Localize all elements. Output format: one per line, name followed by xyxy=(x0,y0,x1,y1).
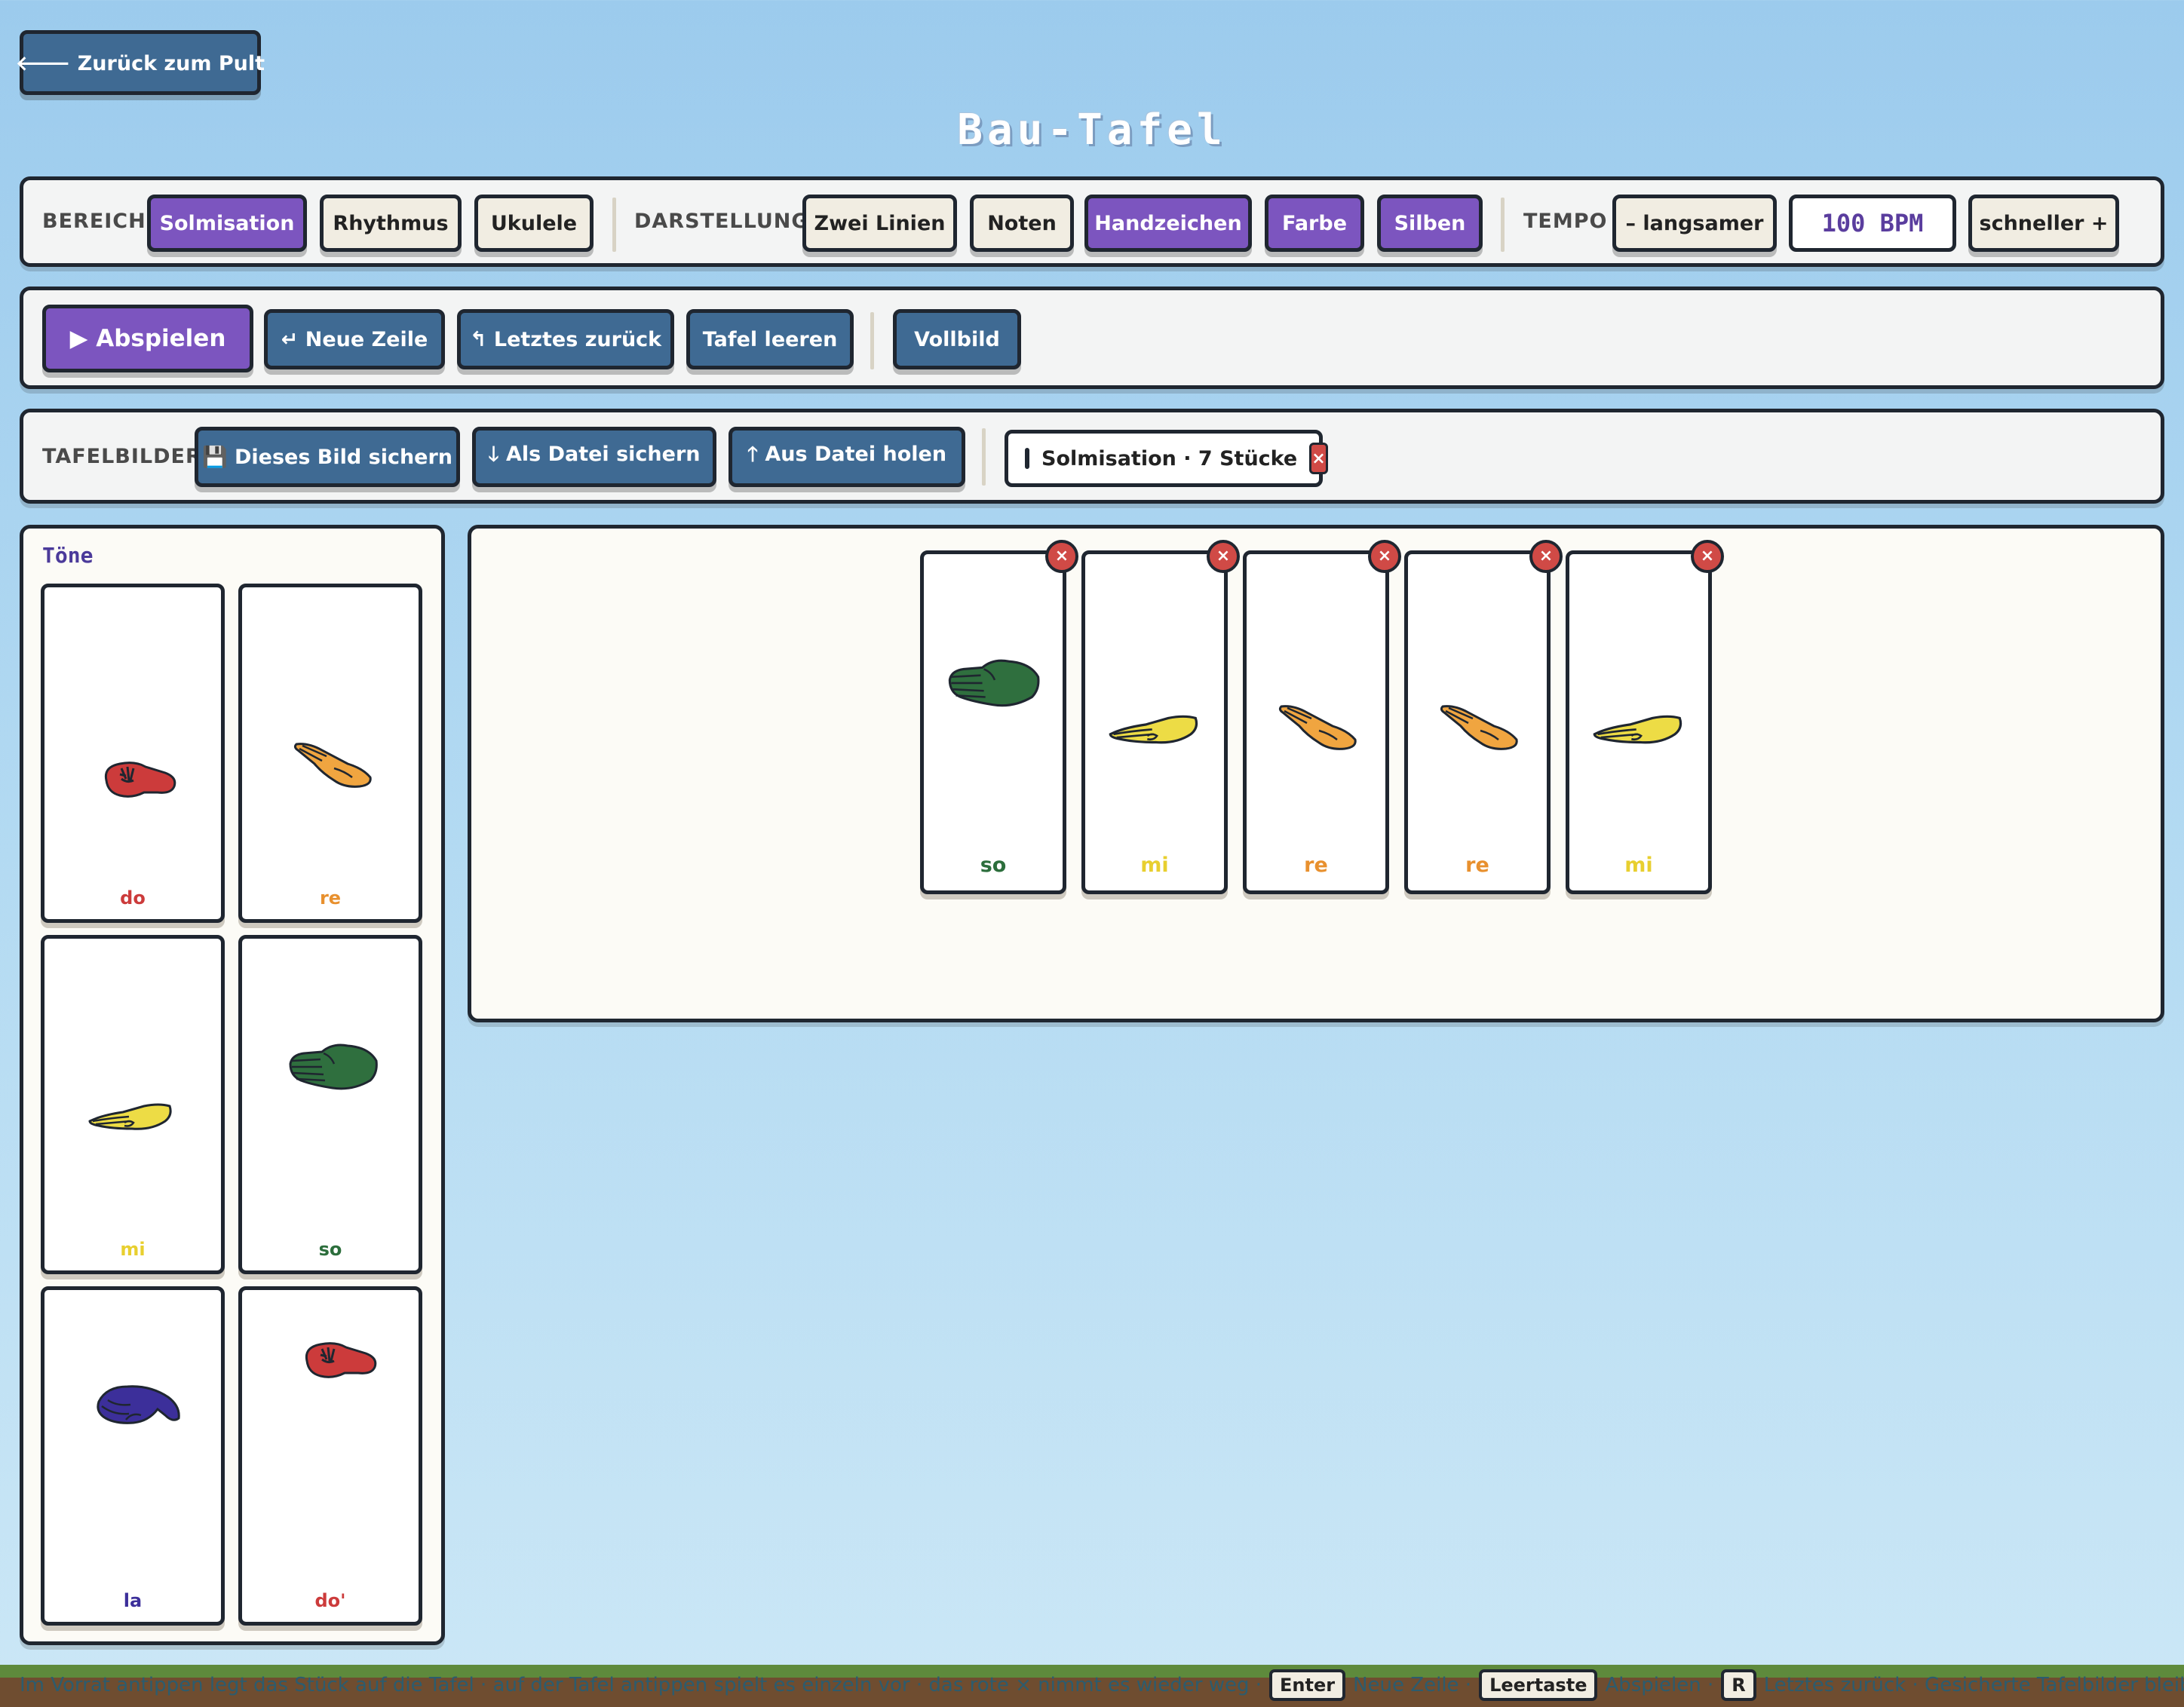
tone-label: mi xyxy=(120,1239,146,1260)
fullscreen-button[interactable]: Vollbild xyxy=(893,309,1021,369)
page-title: Bau-Tafel xyxy=(957,106,1227,155)
help-text-part: Im Vorrat antippen legt das Stück auf di… xyxy=(20,1674,1262,1696)
palette-card-so[interactable]: so xyxy=(238,935,422,1274)
divider xyxy=(1501,198,1505,252)
tone-label: do xyxy=(120,887,146,909)
board-card-mi[interactable]: mi xyxy=(1566,550,1712,894)
tone-label: re xyxy=(1304,854,1328,877)
tone-label: re xyxy=(1465,854,1489,877)
load-file-button[interactable]: 🡑 Aus Datei holen xyxy=(729,427,965,487)
palette-card-re[interactable]: re xyxy=(238,584,422,923)
flat-hand-icon xyxy=(1109,715,1198,744)
board-card-re[interactable]: re xyxy=(1243,550,1389,894)
tempo-label: TEMPO xyxy=(1523,210,1608,233)
palette-card-do[interactable]: do xyxy=(41,584,225,923)
saved-chip-remove-button[interactable]: × xyxy=(1309,443,1328,474)
tone-label: re xyxy=(319,887,342,909)
slant-hand-icon xyxy=(1440,705,1518,750)
palette-card-high-do[interactable]: do' xyxy=(238,1286,422,1626)
undo-button[interactable]: ↰ Letztes zurück xyxy=(457,309,674,369)
clear-board-button[interactable]: Tafel leeren xyxy=(686,309,854,369)
bereich-solmisation-button[interactable]: Solmisation xyxy=(147,195,307,252)
darstellung-farbe-button[interactable]: Farbe xyxy=(1265,195,1364,252)
tempo-bpm-display: 100 BPM xyxy=(1789,195,1956,252)
divider xyxy=(982,428,986,486)
board-card-so[interactable]: so xyxy=(920,550,1066,894)
board-card-mi[interactable]: mi xyxy=(1081,550,1228,894)
drooping-hand-icon xyxy=(97,1385,180,1424)
flat-hand-icon xyxy=(1593,715,1682,744)
divider xyxy=(870,312,874,369)
tafelbilder-label: TAFELBILDER xyxy=(42,445,202,468)
darstellung-silben-button[interactable]: Silben xyxy=(1377,195,1483,252)
save-file-button[interactable]: 🡓 Als Datei sichern xyxy=(472,427,716,487)
save-image-button[interactable]: 💾 Dieses Bild sichern xyxy=(195,427,460,487)
remove-card-button[interactable]: × xyxy=(1045,540,1078,573)
side-hand-icon xyxy=(948,659,1040,707)
tempo-slower-button[interactable]: – langsamer xyxy=(1612,195,1777,252)
bereich-ukulele-button[interactable]: Ukulele xyxy=(474,195,594,252)
palette-title: Töne xyxy=(42,543,94,568)
flat-hand-icon xyxy=(88,1103,172,1130)
board-card-re[interactable]: re xyxy=(1404,550,1551,894)
darstellung-noten-button[interactable]: Noten xyxy=(970,195,1074,252)
darstellung-handzeichen-button[interactable]: Handzeichen xyxy=(1084,195,1252,252)
remove-card-button[interactable]: × xyxy=(1691,540,1724,573)
slant-hand-icon xyxy=(1278,705,1357,750)
palette-card-la[interactable]: la xyxy=(41,1286,225,1626)
remove-card-button[interactable]: × xyxy=(1368,540,1401,573)
space-key: Leertaste xyxy=(1479,1669,1598,1701)
tone-label: so xyxy=(318,1239,342,1260)
back-to-desk-button[interactable]: 🡐 Zurück zum Pult xyxy=(16,30,265,95)
tone-label: mi xyxy=(1140,854,1169,877)
remove-card-button[interactable]: × xyxy=(1529,540,1563,573)
help-text-part: Abspielen · xyxy=(1605,1674,1714,1696)
tone-label: la xyxy=(123,1590,143,1611)
tempo-faster-button[interactable]: schneller + xyxy=(1968,195,2119,252)
tone-label: so xyxy=(980,854,1007,877)
slant-hand-icon xyxy=(293,743,372,788)
new-line-button[interactable]: ↵ Neue Zeile xyxy=(264,309,445,369)
palette-card-mi[interactable]: mi xyxy=(41,935,225,1274)
remove-card-button[interactable]: × xyxy=(1207,540,1240,573)
tone-label: mi xyxy=(1624,854,1653,877)
enter-key: Enter xyxy=(1269,1669,1346,1701)
darstellung-zwei-linien-button[interactable]: Zwei Linien xyxy=(802,195,957,252)
help-text-part: Letztes zurück · Gesicherte Tafelbilder … xyxy=(1763,1674,2184,1696)
saved-tafelbild-chip[interactable]: Solmisation · 7 Stücke × xyxy=(1005,430,1328,487)
darstellung-label: DARSTELLUNG xyxy=(634,210,809,233)
r-key: R xyxy=(1721,1669,1756,1701)
divider xyxy=(612,198,616,252)
bereich-rhythmus-button[interactable]: Rhythmus xyxy=(320,195,462,252)
saved-chip-color-swatch xyxy=(1025,448,1029,469)
bereich-label: BEREICH xyxy=(42,210,146,233)
play-button[interactable]: ▶ Abspielen xyxy=(42,305,253,372)
help-text-part: Neue Zeile · xyxy=(1353,1674,1472,1696)
help-text: Im Vorrat antippen legt das Stück auf di… xyxy=(20,1669,2184,1701)
back-button-label: 🡐 Zurück zum Pult xyxy=(15,51,265,75)
fist-hand-icon xyxy=(104,762,176,798)
tone-label: do' xyxy=(314,1590,346,1611)
side-hand-icon xyxy=(289,1044,378,1090)
saved-chip-label: Solmisation · 7 Stücke xyxy=(1041,446,1298,470)
fist-hand-icon xyxy=(305,1342,377,1378)
